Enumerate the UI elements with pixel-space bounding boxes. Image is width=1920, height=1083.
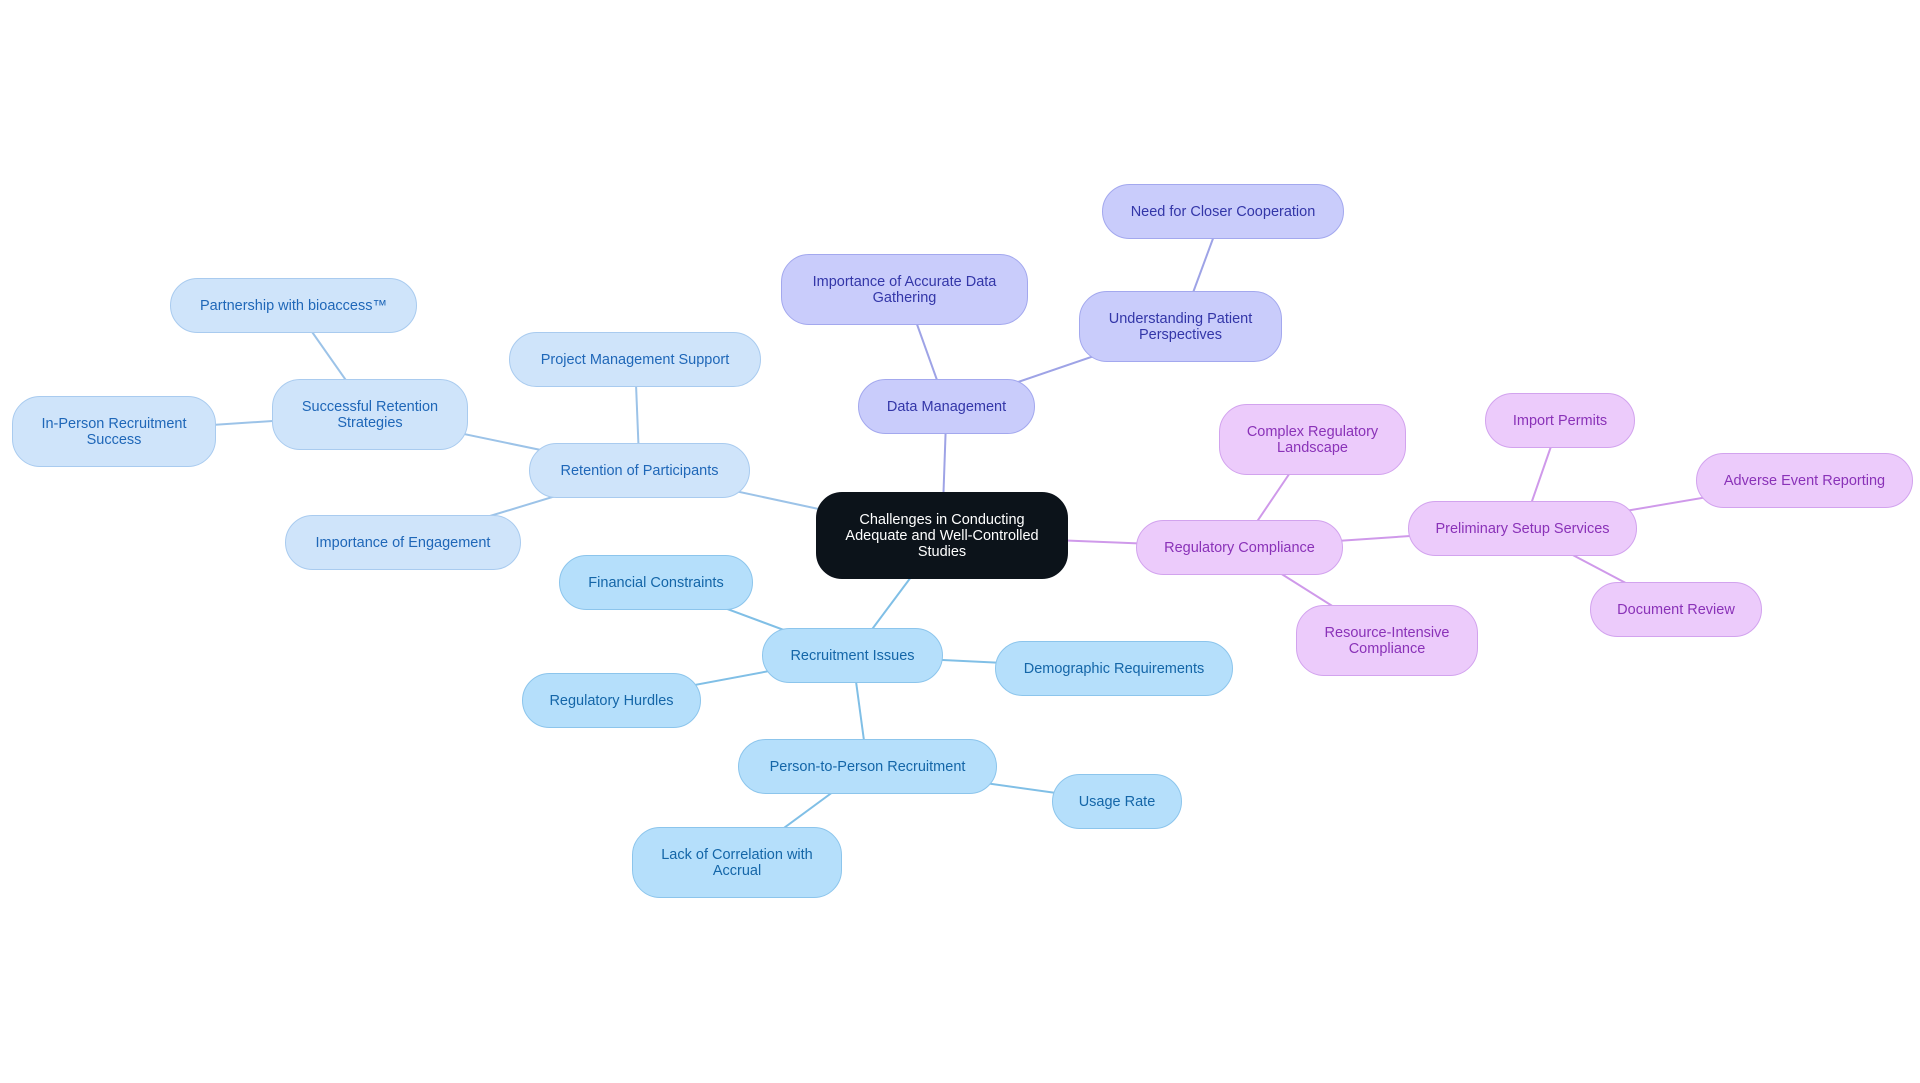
node-partnership-with-bioaccess[interactable]: Partnership with bioaccess™ bbox=[170, 278, 417, 333]
node-successful-retention-strategies[interactable]: Successful Retention Strategies bbox=[272, 379, 468, 450]
node-document-review[interactable]: Document Review bbox=[1590, 582, 1762, 637]
node-import-permits[interactable]: Import Permits bbox=[1485, 393, 1635, 448]
central-topic-node[interactable]: Challenges in Conducting Adequate and We… bbox=[816, 492, 1068, 579]
node-lack-of-correlation-with-accrual[interactable]: Lack of Correlation with Accrual bbox=[632, 827, 842, 898]
node-regulatory-hurdles[interactable]: Regulatory Hurdles bbox=[522, 673, 701, 728]
node-need-for-closer-cooperation[interactable]: Need for Closer Cooperation bbox=[1102, 184, 1344, 239]
node-data-management[interactable]: Data Management bbox=[858, 379, 1035, 434]
node-preliminary-setup-services[interactable]: Preliminary Setup Services bbox=[1408, 501, 1637, 556]
node-recruitment-issues[interactable]: Recruitment Issues bbox=[762, 628, 943, 683]
node-demographic-requirements[interactable]: Demographic Requirements bbox=[995, 641, 1233, 696]
node-person-to-person-recruitment[interactable]: Person-to-Person Recruitment bbox=[738, 739, 997, 794]
node-complex-regulatory-landscape[interactable]: Complex Regulatory Landscape bbox=[1219, 404, 1406, 475]
node-financial-constraints[interactable]: Financial Constraints bbox=[559, 555, 753, 610]
node-retention-of-participants[interactable]: Retention of Participants bbox=[529, 443, 750, 498]
node-understanding-patient-perspectives[interactable]: Understanding Patient Perspectives bbox=[1079, 291, 1282, 362]
node-usage-rate[interactable]: Usage Rate bbox=[1052, 774, 1182, 829]
node-resource-intensive-compliance[interactable]: Resource-Intensive Compliance bbox=[1296, 605, 1478, 676]
node-regulatory-compliance[interactable]: Regulatory Compliance bbox=[1136, 520, 1343, 575]
node-project-management-support[interactable]: Project Management Support bbox=[509, 332, 761, 387]
node-in-person-recruitment-success[interactable]: In-Person Recruitment Success bbox=[12, 396, 216, 467]
node-importance-of-engagement[interactable]: Importance of Engagement bbox=[285, 515, 521, 570]
node-importance-of-accurate-data-gathering[interactable]: Importance of Accurate Data Gathering bbox=[781, 254, 1028, 325]
node-adverse-event-reporting[interactable]: Adverse Event Reporting bbox=[1696, 453, 1913, 508]
